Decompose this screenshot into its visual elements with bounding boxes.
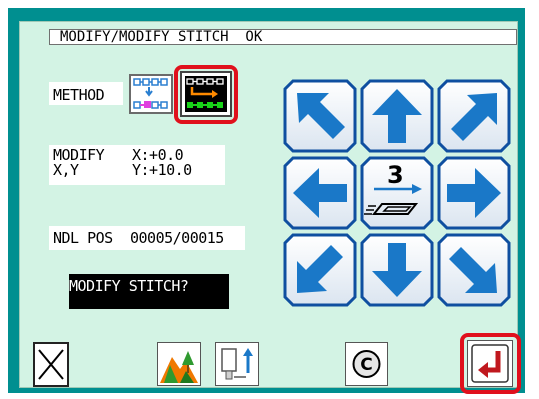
close-icon [38,349,64,380]
clear-c-icon: C [352,350,381,378]
step-feed-button[interactable]: 3 [360,156,434,230]
step-count: 3 [387,161,404,189]
move-up-button[interactable] [360,79,434,153]
arrow-down-left-icon [283,233,357,307]
landscape-view-button[interactable] [157,342,201,386]
needle-pos-value: 00005/00015 [130,229,224,247]
move-right-button[interactable] [437,156,511,230]
needle-up-icon [221,348,253,380]
svg-text:C: C [360,355,372,375]
close-button[interactable] [33,342,69,387]
method-option-insert-button[interactable] [129,74,173,114]
arrow-right-icon [437,156,511,230]
arrow-up-icon [360,79,434,153]
needle-pos-label: NDL POS [53,229,113,247]
move-down-right-button[interactable] [437,233,511,307]
shift-stitch-icon [186,78,224,108]
confirm-message: MODIFY STITCH? [69,274,229,309]
page-title: MODIFY/MODIFY STITCH OK [49,29,517,45]
enter-button[interactable] [467,340,513,387]
arrow-down-right-icon [437,233,511,307]
move-down-button[interactable] [360,233,434,307]
arrow-left-icon [283,156,357,230]
clear-button[interactable]: C [345,342,388,386]
method-label: METHOD [53,86,105,104]
arrow-up-right-icon [437,79,511,153]
move-up-right-button[interactable] [437,79,511,153]
enter-return-icon [471,344,509,383]
move-up-left-button[interactable] [283,79,357,153]
insert-stitch-icon [133,78,168,109]
modify-y-value: Y:+10.0 [132,161,192,179]
move-down-left-button[interactable] [283,233,357,307]
arrow-down-icon [360,233,434,307]
arrow-up-left-icon [283,79,357,153]
method-option-shift-button[interactable] [180,71,232,117]
landscape-icon [160,351,198,383]
move-left-button[interactable] [283,156,357,230]
needle-up-button[interactable] [215,342,259,386]
modify-label-line2: X,Y [53,161,79,179]
